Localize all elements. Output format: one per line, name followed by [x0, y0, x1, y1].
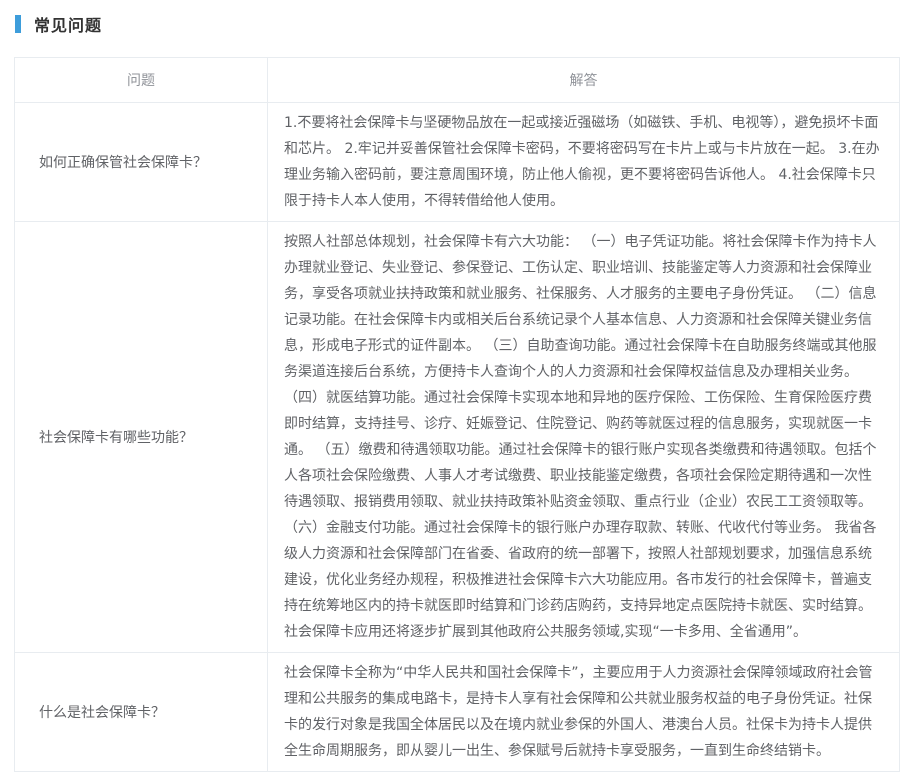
answer-cell: 按照人社部总体规划，社会保障卡有六大功能： （一）电子凭证功能。将社会保障卡作为…: [268, 222, 900, 653]
faq-table: 问题 解答 如何正确保管社会保障卡？ 1.不要将社会保障卡与坚硬物品放在一起或接…: [14, 57, 900, 772]
question-column-header: 问题: [15, 58, 268, 103]
question-cell: 什么是社会保障卡？: [15, 653, 268, 772]
faq-table-header: 问题 解答: [15, 58, 900, 103]
question-cell: 社会保障卡有哪些功能？: [15, 222, 268, 653]
answer-cell: 社会保障卡全称为“中华人民共和国社会保障卡”，主要应用于人力资源社会保障领域政府…: [268, 653, 900, 772]
faq-row-card-functions: 社会保障卡有哪些功能？ 按照人社部总体规划，社会保障卡有六大功能： （一）电子凭…: [15, 222, 900, 653]
faq-table-body: 如何正确保管社会保障卡？ 1.不要将社会保障卡与坚硬物品放在一起或接近强磁场（如…: [15, 103, 900, 772]
question-cell: 如何正确保管社会保障卡？: [15, 103, 268, 222]
title-accent-bar: [15, 15, 21, 33]
section-header: 常见问题: [0, 0, 913, 34]
header-row: 问题 解答: [15, 58, 900, 103]
faq-row-keep-card: 如何正确保管社会保障卡？ 1.不要将社会保障卡与坚硬物品放在一起或接近强磁场（如…: [15, 103, 900, 222]
page-title: 常见问题: [34, 12, 102, 36]
answer-cell: 1.不要将社会保障卡与坚硬物品放在一起或接近强磁场（如磁铁、手机、电视等），避免…: [268, 103, 900, 222]
faq-row-what-is-card: 什么是社会保障卡？ 社会保障卡全称为“中华人民共和国社会保障卡”，主要应用于人力…: [15, 653, 900, 772]
answer-column-header: 解答: [268, 58, 900, 103]
